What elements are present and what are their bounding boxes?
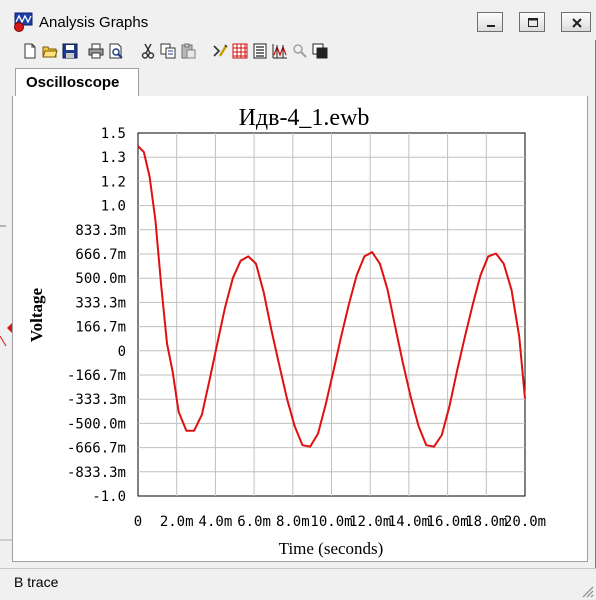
- y-tick-label: 833.3m: [75, 223, 126, 239]
- x-tick-label: 16.0m: [427, 514, 469, 530]
- x-tick-label: 10.0m: [310, 514, 352, 530]
- x-tick-label: 6.0m: [237, 514, 271, 530]
- y-tick-label: 1.3: [101, 150, 126, 166]
- y-tick-label: -500.0m: [67, 416, 126, 432]
- graph-panel[interactable]: Идв-4_1.ewb Voltage Time (seconds) 1.5 1.…: [12, 96, 588, 562]
- y-tick-label: -666.7m: [67, 441, 126, 457]
- y-tick-label: 166.7m: [75, 320, 126, 336]
- resize-grip-icon[interactable]: [580, 584, 594, 598]
- status-text: B trace: [14, 574, 59, 590]
- analysis-graphs-window: Analysis Graphs Oscilloscope Идв-4_1.ewb…: [0, 0, 596, 600]
- x-tick-label: 8.0m: [276, 514, 310, 530]
- x-tick-label: 18.0m: [465, 514, 507, 530]
- y-tick-label: -833.3m: [67, 465, 126, 481]
- x-tick-label: 12.0m: [349, 514, 391, 530]
- y-tick-label: 1.5: [101, 126, 126, 142]
- y-tick-label: 1.2: [101, 174, 126, 190]
- y-tick-label: -166.7m: [67, 368, 126, 384]
- chart-title: Идв-4_1.ewb: [239, 105, 370, 131]
- status-bar: B trace: [0, 568, 596, 600]
- y-tick-label: 666.7m: [75, 247, 126, 263]
- x-tick-label: 4.0m: [199, 514, 233, 530]
- x-tick-label: 20.0m: [504, 514, 546, 530]
- oscilloscope-chart[interactable]: Идв-4_1.ewb Voltage Time (seconds) 1.5 1.…: [1, 0, 596, 600]
- y-axis-label: Voltage: [27, 287, 46, 342]
- x-tick-label: 0: [134, 514, 142, 530]
- x-tick-label: 14.0m: [388, 514, 430, 530]
- y-tick-label: 0: [118, 344, 126, 360]
- y-tick-label: -333.3m: [67, 392, 126, 408]
- y-tick-label: 500.0m: [75, 271, 126, 287]
- x-axis-label: Time (seconds): [279, 539, 384, 558]
- y-tick-label: 333.3m: [75, 295, 126, 311]
- y-tick-label: 1.0: [101, 199, 126, 215]
- y-tick-label: -1.0: [92, 489, 126, 505]
- x-tick-label: 2.0m: [160, 514, 194, 530]
